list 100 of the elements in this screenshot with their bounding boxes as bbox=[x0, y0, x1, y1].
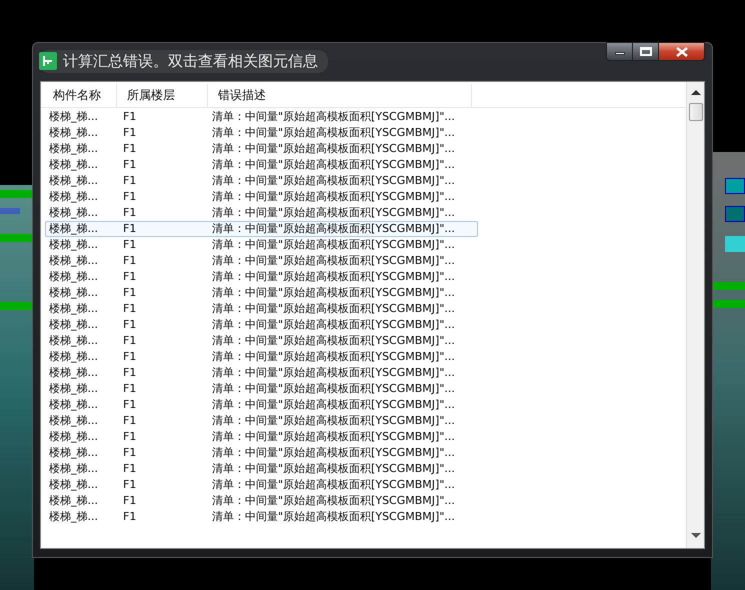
table-row[interactable]: 楼梯_梯... F1 清单：中间量"原始超高模板面积[YSCGMBMJ]"... bbox=[45, 253, 478, 269]
table-row[interactable]: 楼梯_梯... F1 清单：中间量"原始超高模板面积[YSCGMBMJ]"... bbox=[45, 285, 478, 301]
table-cell-text: 楼梯_梯... bbox=[48, 478, 99, 492]
table-cell-text: F1 bbox=[122, 286, 138, 300]
table-row[interactable]: 楼梯_梯... F1 清单：中间量"原始超高模板面积[YSCGMBMJ]"... bbox=[45, 173, 478, 189]
table-row[interactable]: 楼梯_梯... F1 清单：中间量"原始超高模板面积[YSCGMBMJ]"... bbox=[45, 445, 478, 461]
table-row[interactable]: 楼梯_梯... F1 清单：中间量"原始超高模板面积[YSCGMBMJ]"... bbox=[45, 477, 478, 493]
table-cell-text: 清单：中间量"原始超高模板面积[YSCGMBMJ]"... bbox=[212, 206, 456, 220]
table-cell-text: F1 bbox=[122, 158, 138, 172]
app-logo-icon bbox=[39, 52, 57, 70]
table-cell-text: 清单：中间量"原始超高模板面积[YSCGMBMJ]"... bbox=[212, 110, 456, 124]
table-row[interactable]: 楼梯_梯... F1 清单：中间量"原始超高模板面积[YSCGMBMJ]"... bbox=[45, 189, 478, 205]
table-row[interactable]: 楼梯_梯... F1 清单：中间量"原始超高模板面积[YSCGMBMJ]"... bbox=[45, 461, 478, 477]
table-cell-text: 清单：中间量"原始超高模板面积[YSCGMBMJ]"... bbox=[212, 510, 456, 524]
scroll-up-icon[interactable] bbox=[690, 90, 700, 95]
scroll-thumb[interactable] bbox=[688, 103, 702, 121]
table-cell-text: 楼梯_梯... bbox=[48, 302, 99, 316]
table-cell-text: 清单：中间量"原始超高模板面积[YSCGMBMJ]"... bbox=[212, 286, 456, 300]
close-icon bbox=[676, 46, 688, 56]
table-cell-text: 楼梯_梯... bbox=[48, 190, 99, 204]
table-cell-text: 楼梯_梯... bbox=[48, 350, 99, 364]
table-row[interactable]: 楼梯_梯... F1 清单：中间量"原始超高模板面积[YSCGMBMJ]"... bbox=[45, 365, 478, 381]
table-cell-text: 楼梯_梯... bbox=[48, 142, 99, 156]
table-cell-text: 清单：中间量"原始超高模板面积[YSCGMBMJ]"... bbox=[212, 142, 456, 156]
table-row[interactable]: 楼梯_梯... F1 清单：中间量"原始超高模板面积[YSCGMBMJ]"... bbox=[45, 509, 478, 525]
table-row[interactable]: 楼梯_梯... F1 清单：中间量"原始超高模板面积[YSCGMBMJ]"... bbox=[45, 205, 478, 221]
table-cell-text: 清单：中间量"原始超高模板面积[YSCGMBMJ]"... bbox=[212, 238, 456, 252]
table-row[interactable]: 楼梯_梯... F1 清单：中间量"原始超高模板面积[YSCGMBMJ]"... bbox=[45, 429, 478, 445]
table-cell-text: F1 bbox=[122, 334, 138, 348]
table-cell-text: F1 bbox=[122, 174, 138, 188]
table-row[interactable]: 楼梯_梯... F1 清单：中间量"原始超高模板面积[YSCGMBMJ]"... bbox=[45, 493, 478, 509]
table-cell-text: 清单：中间量"原始超高模板面积[YSCGMBMJ]"... bbox=[212, 398, 456, 412]
table-row[interactable]: 楼梯_梯... F1 清单：中间量"原始超高模板面积[YSCGMBMJ]"... bbox=[45, 333, 478, 349]
table-cell-text: F1 bbox=[122, 494, 138, 508]
table-cell-text: F1 bbox=[122, 222, 138, 236]
table-cell-text: 楼梯_梯... bbox=[48, 158, 99, 172]
table-row[interactable]: 楼梯_梯... F1 清单：中间量"原始超高模板面积[YSCGMBMJ]"... bbox=[45, 381, 478, 397]
table-row[interactable]: 楼梯_梯... F1 清单：中间量"原始超高模板面积[YSCGMBMJ]"... bbox=[45, 157, 478, 173]
table-cell-text: 清单：中间量"原始超高模板面积[YSCGMBMJ]"... bbox=[212, 382, 456, 396]
table-cell-text: 清单：中间量"原始超高模板面积[YSCGMBMJ]"... bbox=[212, 366, 456, 380]
scroll-down-icon[interactable] bbox=[690, 533, 700, 538]
table-cell-text: 清单：中间量"原始超高模板面积[YSCGMBMJ]"... bbox=[212, 302, 456, 316]
table-cell-text: F1 bbox=[122, 446, 138, 460]
table-cell-text: 清单：中间量"原始超高模板面积[YSCGMBMJ]"... bbox=[212, 334, 456, 348]
scrollbar[interactable] bbox=[686, 82, 704, 548]
table-cell-text: 清单：中间量"原始超高模板面积[YSCGMBMJ]"... bbox=[212, 430, 456, 444]
table-cell-text: F1 bbox=[122, 350, 138, 364]
maximize-button[interactable] bbox=[633, 42, 659, 61]
table-cell-text: 清单：中间量"原始超高模板面积[YSCGMBMJ]"... bbox=[212, 270, 456, 284]
table-cell-text: 清单：中间量"原始超高模板面积[YSCGMBMJ]"... bbox=[212, 478, 456, 492]
table-cell-text: 楼梯_梯... bbox=[48, 270, 99, 284]
table-cell-text: 楼梯_梯... bbox=[48, 414, 99, 428]
column-header[interactable]: 所属楼层 bbox=[117, 84, 208, 107]
table-cell-text: 清单：中间量"原始超高模板面积[YSCGMBMJ]"... bbox=[212, 222, 456, 236]
table-cell-text: 清单：中间量"原始超高模板面积[YSCGMBMJ]"... bbox=[212, 462, 456, 476]
table-row[interactable]: 楼梯_梯... F1 清单：中间量"原始超高模板面积[YSCGMBMJ]"... bbox=[45, 125, 478, 141]
table-cell-text: 楼梯_梯... bbox=[48, 510, 99, 524]
table-row[interactable]: 楼梯_梯... F1 清单：中间量"原始超高模板面积[YSCGMBMJ]"... bbox=[45, 301, 478, 317]
column-header[interactable]: 构件名称 bbox=[43, 84, 117, 107]
table-cell-text: F1 bbox=[122, 462, 138, 476]
table-cell-text: F1 bbox=[122, 366, 138, 380]
table-cell-text: 清单：中间量"原始超高模板面积[YSCGMBMJ]"... bbox=[212, 254, 456, 268]
table-cell-text: 楼梯_梯... bbox=[48, 446, 99, 460]
window-title: 计算汇总错误。双击查看相关图元信息 bbox=[63, 51, 318, 72]
close-button[interactable] bbox=[659, 42, 705, 61]
table-cell-text: 楼梯_梯... bbox=[48, 238, 99, 252]
table-cell-text: 清单：中间量"原始超高模板面积[YSCGMBMJ]"... bbox=[212, 158, 456, 172]
minimize-button[interactable] bbox=[606, 42, 633, 61]
table-cell-text: 清单：中间量"原始超高模板面积[YSCGMBMJ]"... bbox=[212, 446, 456, 460]
table-cell-text: 清单：中间量"原始超高模板面积[YSCGMBMJ]"... bbox=[212, 494, 456, 508]
table-cell-text: 楼梯_梯... bbox=[48, 398, 99, 412]
table-row[interactable]: 楼梯_梯... F1 清单：中间量"原始超高模板面积[YSCGMBMJ]"... bbox=[45, 141, 478, 157]
table-cell-text: F1 bbox=[122, 510, 138, 524]
table-cell-text: F1 bbox=[122, 414, 138, 428]
table-row[interactable]: 楼梯_梯... F1 清单：中间量"原始超高模板面积[YSCGMBMJ]"... bbox=[45, 237, 478, 253]
table-cell-text: F1 bbox=[122, 254, 138, 268]
table-row[interactable]: 楼梯_梯... F1 清单：中间量"原始超高模板面积[YSCGMBMJ]"... bbox=[45, 397, 478, 413]
table-row[interactable]: 楼梯_梯... F1 清单：中间量"原始超高模板面积[YSCGMBMJ]"... bbox=[45, 269, 478, 285]
table-cell-text: 楼梯_梯... bbox=[48, 382, 99, 396]
table-cell-text: 楼梯_梯... bbox=[48, 254, 99, 268]
table-cell-text: 楼梯_梯... bbox=[48, 366, 99, 380]
table-cell-text: 楼梯_梯... bbox=[48, 110, 99, 124]
table-cell-text: 楼梯_梯... bbox=[48, 462, 99, 476]
table-cell-text: 楼梯_梯... bbox=[48, 206, 99, 220]
table-cell-text: 楼梯_梯... bbox=[48, 126, 99, 140]
table-row[interactable]: 楼梯_梯... F1 清单：中间量"原始超高模板面积[YSCGMBMJ]"... bbox=[45, 413, 478, 429]
table-row[interactable]: 楼梯_梯... F1 清单：中间量"原始超高模板面积[YSCGMBMJ]"... bbox=[45, 109, 478, 125]
table-cell-text: F1 bbox=[122, 238, 138, 252]
table-cell-text: 楼梯_梯... bbox=[48, 222, 99, 236]
table-row[interactable]: 楼梯_梯... F1 清单：中间量"原始超高模板面积[YSCGMBMJ]"... bbox=[45, 349, 478, 365]
column-header[interactable]: 错误描述 bbox=[208, 84, 472, 107]
table-cell-text: F1 bbox=[122, 318, 138, 332]
table-cell-text: 清单：中间量"原始超高模板面积[YSCGMBMJ]"... bbox=[212, 318, 456, 332]
table-cell-text: 楼梯_梯... bbox=[48, 494, 99, 508]
table-cell-text: F1 bbox=[122, 142, 138, 156]
table-cell-text: F1 bbox=[122, 190, 138, 204]
table-cell-text: 清单：中间量"原始超高模板面积[YSCGMBMJ]"... bbox=[212, 190, 456, 204]
table-row[interactable]: 楼梯_梯... F1 清单：中间量"原始超高模板面积[YSCGMBMJ]"... bbox=[45, 317, 478, 333]
table-row[interactable]: 楼梯_梯... F1 清单：中间量"原始超高模板面积[YSCGMBMJ]"... bbox=[45, 221, 478, 237]
table-cell-text: F1 bbox=[122, 430, 138, 444]
